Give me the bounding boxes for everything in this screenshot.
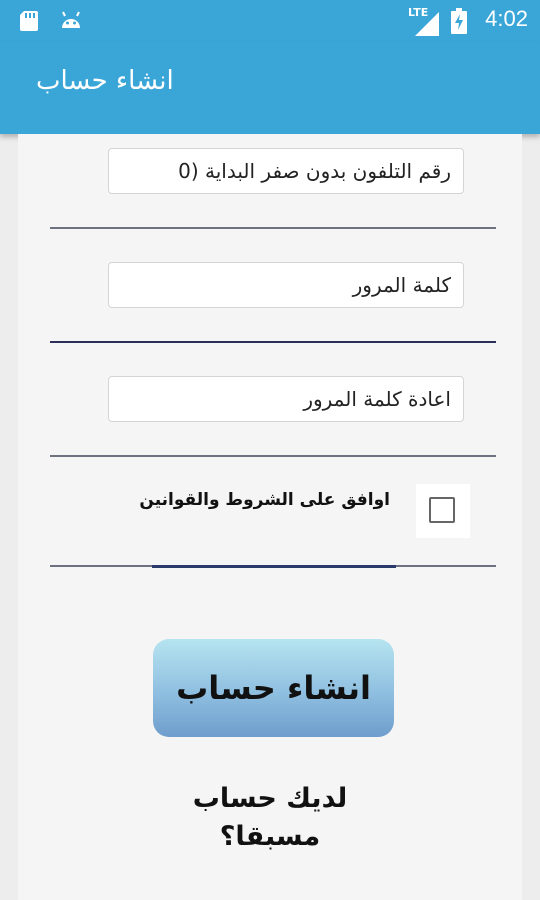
page-title: انشاء حساب [36, 66, 174, 96]
signal-icon [415, 12, 439, 36]
terms-label: اوافق على الشروط والقوانين [139, 490, 390, 510]
clock: 4:02 [485, 6, 528, 31]
android-icon [62, 11, 80, 28]
login-link-line1: لديك حساب [192, 783, 348, 814]
login-link[interactable]: لديك حساب مسبقا؟ [150, 780, 390, 856]
sd-card-icon [20, 11, 38, 31]
app-bar: انشاء حساب [0, 42, 540, 134]
divider [50, 341, 496, 343]
confirm-password-input[interactable]: اعادة كلمة المرور [108, 376, 464, 422]
divider-accent [152, 565, 396, 568]
checkbox-box[interactable] [429, 497, 455, 523]
phone-input[interactable]: رقم التلفون بدون صفر البداية (0 [108, 148, 464, 194]
login-link-line2: مسبقا؟ [219, 821, 321, 852]
create-account-button[interactable]: انشاء حساب [153, 639, 394, 737]
status-bar: LTE 4:02 [0, 0, 540, 42]
divider [50, 455, 496, 457]
battery-charging-icon [451, 8, 467, 34]
password-input[interactable]: كلمة المرور [108, 262, 464, 308]
terms-checkbox[interactable] [416, 484, 470, 538]
divider [50, 227, 496, 229]
